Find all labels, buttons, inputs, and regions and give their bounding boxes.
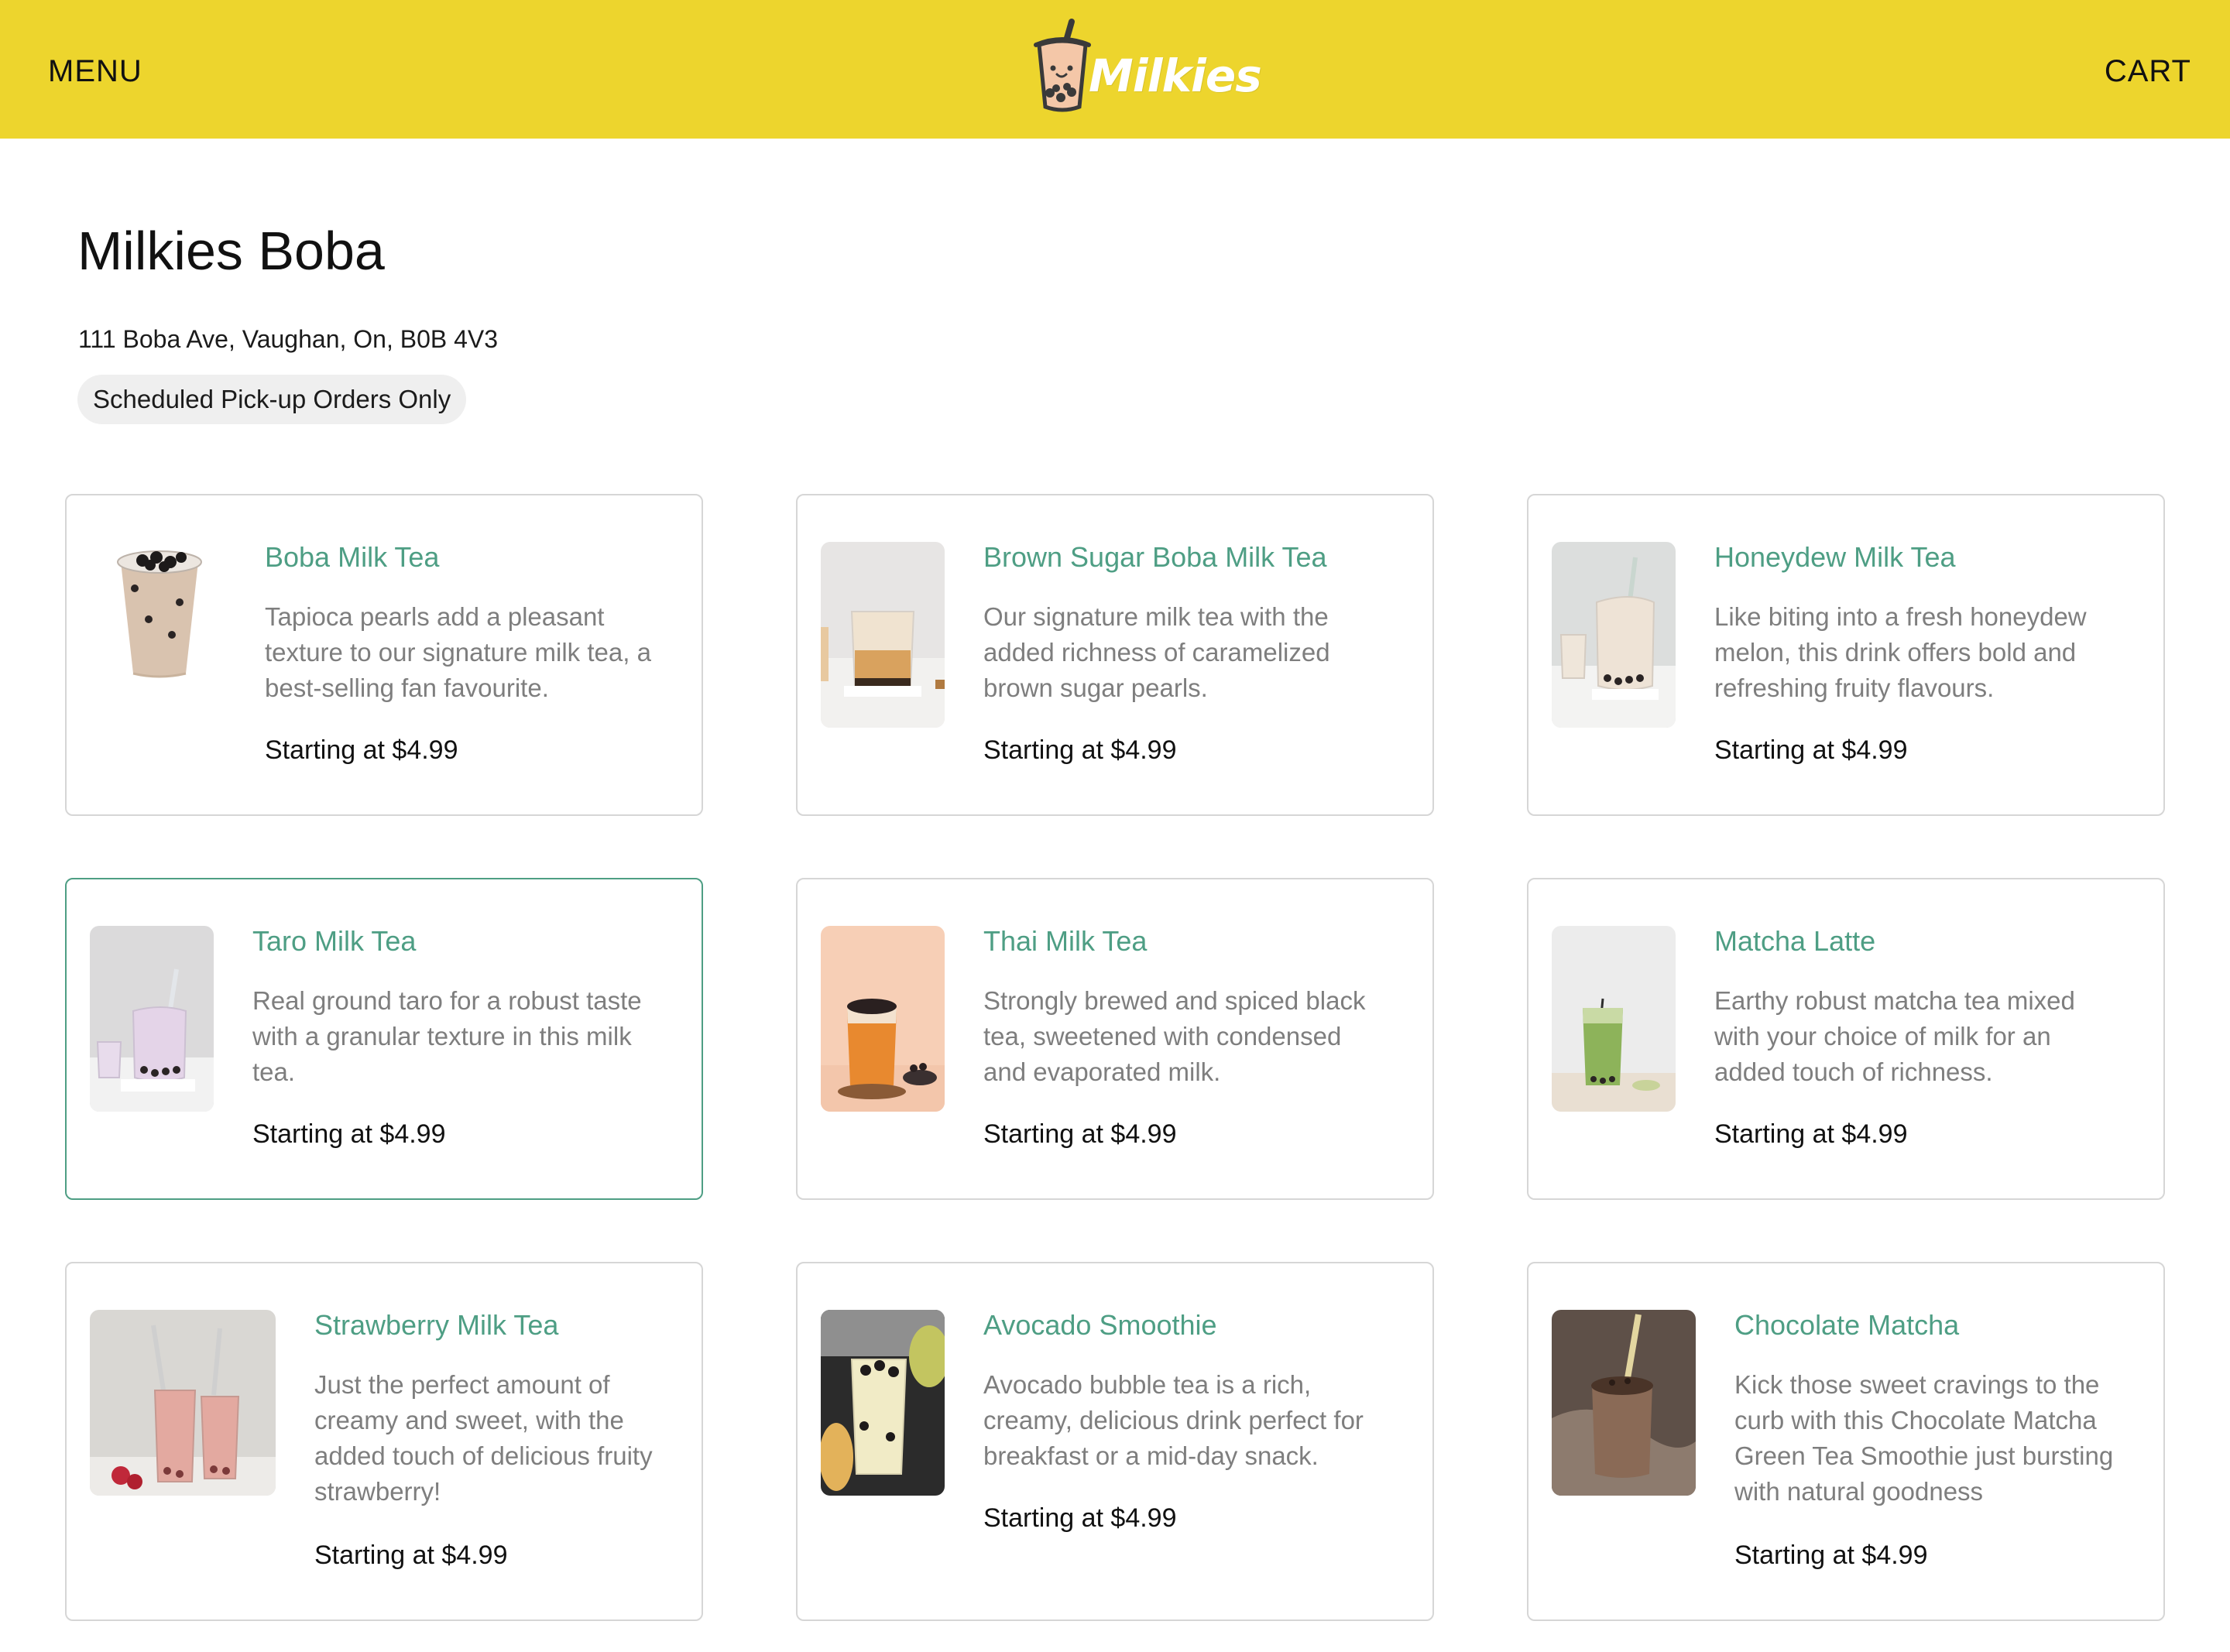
item-price: Starting at $4.99 [983,735,1177,765]
item-price: Starting at $4.99 [1714,735,1908,765]
top-nav-bar: MENU Milkies CART [0,0,2230,139]
item-price: Starting at $4.99 [983,1503,1177,1533]
menu-item-card[interactable]: Boba Milk Tea Tapioca pearls add a pleas… [65,494,703,816]
item-description: Our signature milk tea with the added ri… [983,602,1330,702]
item-description: Like biting into a fresh honeydew melon,… [1714,602,2087,702]
item-description: Real ground taro for a robust taste with… [252,986,642,1086]
item-price: Starting at $4.99 [983,1119,1177,1149]
boba-milk-tea-cup-icon [94,542,225,680]
item-name[interactable]: Taro Milk Tea [252,924,416,958]
boba-cup-logo-icon [1034,19,1091,112]
milkies-logo[interactable]: Milkies [1031,17,1262,113]
pickup-badge: Scheduled Pick-up Orders Only [77,375,467,424]
menu-item-card[interactable]: Thai Milk Tea Strongly brewed and spiced… [796,878,1434,1200]
menu-item-card[interactable]: Brown Sugar Boba Milk Tea Our signature … [796,494,1434,816]
item-name[interactable]: Boba Milk Tea [265,540,439,574]
item-description: Tapioca pearls add a pleasant texture to… [265,602,651,702]
item-price: Starting at $4.99 [252,1119,446,1149]
thai-milk-tea-glass-icon [821,926,945,1112]
menu-item-card[interactable]: Strawberry Milk Tea Just the perfect amo… [65,1262,703,1621]
cart-link[interactable]: CART [2105,53,2191,90]
item-name[interactable]: Honeydew Milk Tea [1714,540,1955,574]
item-name[interactable]: Chocolate Matcha [1734,1308,1959,1342]
avocado-smoothie-glass-icon [821,1310,945,1496]
strawberry-milk-tea-glasses-icon [90,1310,276,1496]
item-name[interactable]: Avocado Smoothie [983,1308,1217,1342]
menu-item-card[interactable]: Chocolate Matcha Kick those sweet cravin… [1527,1262,2165,1621]
item-price: Starting at $4.99 [314,1541,508,1570]
item-description: Avocado bubble tea is a rich, creamy, de… [983,1370,1364,1470]
item-description: Strongly brewed and spiced black tea, sw… [983,986,1366,1086]
chocolate-matcha-jar-icon [1552,1310,1696,1496]
item-description: Just the perfect amount of creamy and sw… [314,1370,653,1506]
item-price: Starting at $4.99 [1714,1119,1908,1149]
menu-link[interactable]: MENU [48,53,142,90]
item-name[interactable]: Thai Milk Tea [983,924,1147,958]
taro-milk-tea-jar-icon [90,926,214,1112]
logo-text: Milkies [1089,50,1262,102]
store-address: 111 Boba Ave, Vaughan, On, B0B 4V3 [78,325,499,353]
item-description: Kick those sweet cravings to the curb wi… [1734,1370,2114,1506]
menu-item-card[interactable]: Avocado Smoothie Avocado bubble tea is a… [796,1262,1434,1621]
item-price: Starting at $4.99 [1734,1541,1928,1570]
menu-item-card[interactable]: Taro Milk Tea Real ground taro for a rob… [65,878,703,1200]
menu-item-card[interactable]: Matcha Latte Earthy robust matcha tea mi… [1527,878,2165,1200]
item-name[interactable]: Strawberry Milk Tea [314,1308,558,1342]
honeydew-milk-tea-jar-icon [1552,542,1676,728]
item-name[interactable]: Matcha Latte [1714,924,1875,958]
brown-sugar-boba-glass-icon [821,542,945,728]
menu-item-card[interactable]: Honeydew Milk Tea Like biting into a fre… [1527,494,2165,816]
store-title: Milkies Boba [77,221,385,281]
item-description: Earthy robust matcha tea mixed with your… [1714,986,2075,1086]
matcha-latte-glass-icon [1552,926,1676,1112]
item-name[interactable]: Brown Sugar Boba Milk Tea [983,540,1327,574]
item-price: Starting at $4.99 [265,735,458,765]
